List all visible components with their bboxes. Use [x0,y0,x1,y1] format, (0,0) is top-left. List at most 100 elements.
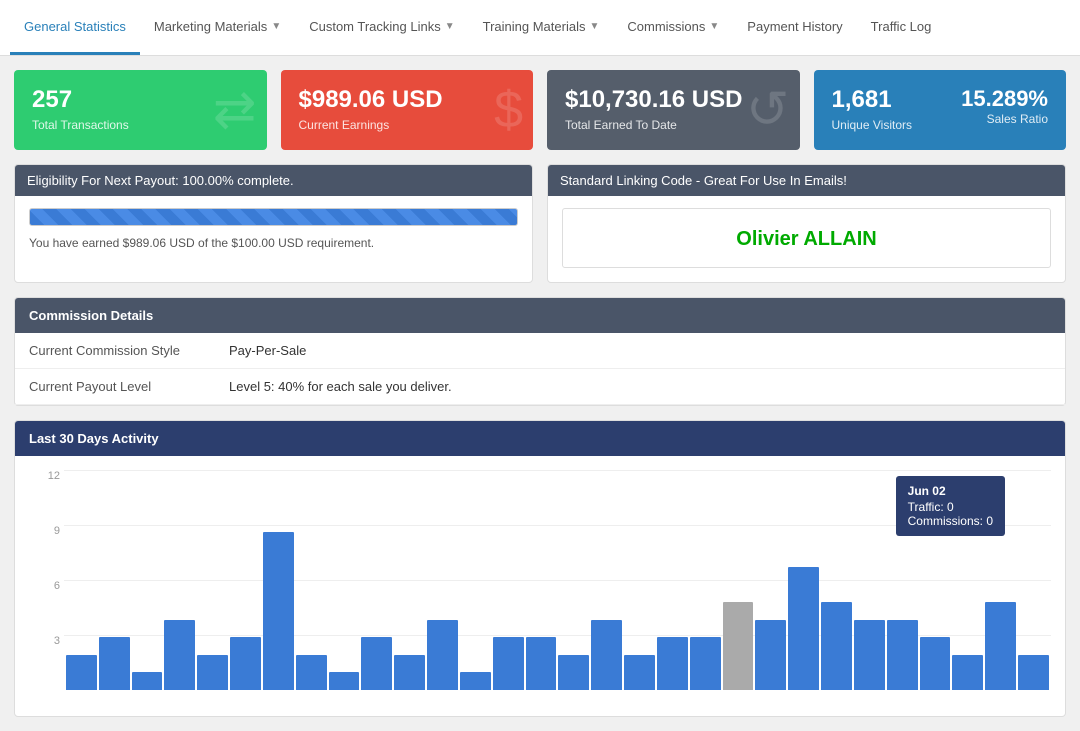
visitors-label: Unique Visitors [832,118,962,132]
sales-ratio-label: Sales Ratio [961,112,1048,126]
bar-group [558,655,589,690]
bar [66,655,97,690]
commission-payout-value: Level 5: 40% for each sale you deliver. [215,369,1065,405]
table-row: Current Payout Level Level 5: 40% for ea… [15,369,1065,405]
chart-header: Last 30 Days Activity [15,421,1065,456]
nav-custom-tracking-links[interactable]: Custom Tracking Links ▼ [295,0,468,55]
visitors-value: 1,681 [832,86,962,114]
bar [952,655,983,690]
bar [493,637,524,690]
bar [197,655,228,690]
bar [1018,655,1049,690]
payout-box: Eligibility For Next Payout: 100.00% com… [14,164,533,283]
bar [821,602,852,690]
bar-group [854,620,885,690]
bar-group [755,620,786,690]
y-axis: 12 9 6 3 [29,470,64,690]
stat-cards-row: 257 Total Transactions ⇄ $989.06 USD Cur… [0,56,1080,164]
bar [394,655,425,690]
bar [920,637,951,690]
bar-group [197,655,228,690]
payout-title: Eligibility For Next Payout: 100.00% com… [15,165,532,196]
bar [624,655,655,690]
bar [460,672,491,690]
bar-group [985,602,1016,690]
chevron-down-icon: ▼ [709,21,719,32]
total-earned-icon: ↺ [746,80,790,140]
bar [690,637,721,690]
bar-group [230,637,261,690]
bar [361,637,392,690]
commission-style-label: Current Commission Style [15,333,215,369]
bar-group [361,637,392,690]
bar-group [460,672,491,690]
transactions-card: 257 Total Transactions ⇄ [14,70,267,150]
chevron-down-icon: ▼ [445,21,455,32]
bar-group [887,620,918,690]
bar-group [526,637,557,690]
payout-description: You have earned $989.06 USD of the $100.… [29,236,518,250]
nav-payment-history[interactable]: Payment History [733,0,856,55]
navigation: General Statistics Marketing Materials ▼… [0,0,1080,56]
bar-group [788,567,819,690]
progress-bar-inner [30,209,517,225]
bar [591,620,622,690]
commission-header: Commission Details [15,298,1065,333]
linking-name[interactable]: Olivier ALLAIN [562,208,1051,268]
visitors-card: 1,681 Unique Visitors 15.289% Sales Rati… [814,70,1067,150]
bar-group [493,637,524,690]
middle-row: Eligibility For Next Payout: 100.00% com… [0,164,1080,297]
earnings-icon: $ [494,80,523,140]
earnings-label: Current Earnings [299,118,516,132]
earnings-value: $989.06 USD [299,86,516,114]
bar [263,532,294,690]
bar-group [394,655,425,690]
bar [427,620,458,690]
tooltip-date: Jun 02 [908,484,993,498]
bar [132,672,163,690]
bar [558,655,589,690]
nav-marketing-materials[interactable]: Marketing Materials ▼ [140,0,295,55]
linking-box: Standard Linking Code - Great For Use In… [547,164,1066,283]
bar-group [657,637,688,690]
nav-training-materials[interactable]: Training Materials ▼ [469,0,614,55]
chevron-down-icon: ▼ [589,21,599,32]
bar-group [1018,655,1049,690]
bar-group [624,655,655,690]
bar [887,620,918,690]
commission-style-value: Pay-Per-Sale [215,333,1065,369]
bar-group [164,620,195,690]
bar-group [99,637,130,690]
bar [854,620,885,690]
bar-group [920,637,951,690]
nav-general-statistics[interactable]: General Statistics [10,0,140,55]
bar-group [427,620,458,690]
commission-table: Current Commission Style Pay-Per-Sale Cu… [15,333,1065,405]
nav-commissions[interactable]: Commissions ▼ [613,0,733,55]
transactions-icon: ⇄ [213,80,257,140]
bar-group [690,637,721,690]
total-earned-card: $10,730.16 USD Total Earned To Date ↺ [547,70,800,150]
chart-section: Last 30 Days Activity 12 9 6 3 Jun 02 Tr… [14,420,1066,717]
tooltip-traffic: Traffic: 0 [908,500,993,514]
chart-area: 12 9 6 3 Jun 02 Traffic: 0 Commissions: … [15,456,1065,716]
table-row: Current Commission Style Pay-Per-Sale [15,333,1065,369]
bar [296,655,327,690]
bar-group [296,655,327,690]
bar [99,637,130,690]
bar [723,602,754,690]
nav-traffic-log[interactable]: Traffic Log [857,0,946,55]
bar-group [821,602,852,690]
progress-bar-outer [29,208,518,226]
y-label-3: 3 [29,635,64,647]
bar [329,672,360,690]
bar [788,567,819,690]
bar-group [132,672,163,690]
bar [526,637,557,690]
bar-group [329,672,360,690]
earnings-card: $989.06 USD Current Earnings $ [281,70,534,150]
linking-title: Standard Linking Code - Great For Use In… [548,165,1065,196]
bar [985,602,1016,690]
bar [755,620,786,690]
bar-group [263,532,294,690]
